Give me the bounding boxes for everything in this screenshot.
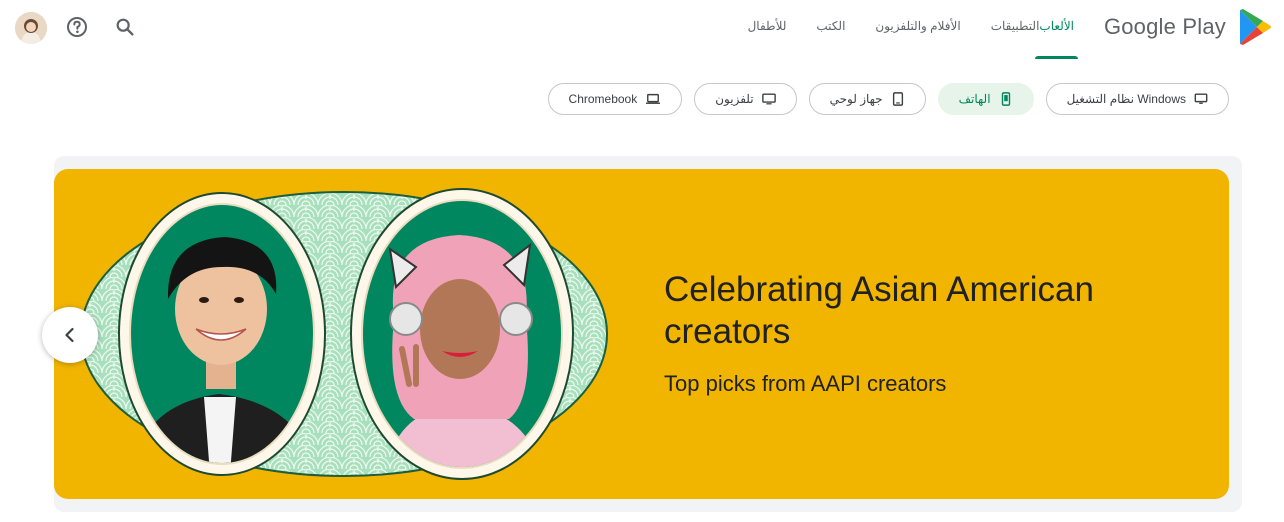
- help-icon[interactable]: [63, 13, 91, 41]
- chip-chromebook[interactable]: Chromebook: [547, 83, 683, 115]
- play-logo-icon: [1240, 9, 1271, 45]
- chip-tv[interactable]: تلفزيون: [694, 83, 797, 115]
- laptop-icon: [646, 93, 661, 104]
- chip-label: جهاز لوحي: [829, 92, 883, 106]
- chip-label: الهاتف: [958, 92, 991, 106]
- chevron-left-icon: [65, 327, 74, 343]
- main-nav: الألعاب التطبيقات الأفلام والتلفزيون الك…: [718, 0, 1078, 60]
- chip-label: نظام التشغيل Windows: [1066, 92, 1186, 106]
- top-app-bar: Google Play الألعاب التطبيقات الأفلام وا…: [0, 0, 1284, 60]
- nav-tab-movies-tv[interactable]: الأفلام والتلفزيون: [875, 0, 960, 60]
- chip-label: Chromebook: [568, 92, 638, 106]
- device-filter-chips: نظام التشغيل Windows الهاتف جهاز لوحي تل…: [547, 83, 1229, 115]
- chip-tablet[interactable]: جهاز لوحي: [808, 83, 926, 115]
- tv-icon: [761, 93, 776, 105]
- tablet-icon: [892, 92, 903, 106]
- featured-banner[interactable]: Celebrating Asian American creators Top …: [54, 169, 1229, 499]
- avatar[interactable]: [15, 12, 47, 44]
- search-icon[interactable]: [111, 13, 139, 41]
- nav-tab-games[interactable]: الألعاب: [1035, 0, 1078, 60]
- chip-label: تلفزيون: [715, 92, 754, 106]
- nav-tab-books[interactable]: الكتب: [816, 0, 845, 60]
- featured-carousel: Celebrating Asian American creators Top …: [54, 156, 1242, 512]
- creators-illustration: [80, 188, 608, 480]
- chip-phone[interactable]: الهاتف: [937, 83, 1034, 115]
- brand-name: Google Play: [1103, 14, 1226, 39]
- google-play-logo[interactable]: Google Play: [1104, 6, 1272, 48]
- nav-tab-kids[interactable]: للأطفال: [748, 0, 787, 60]
- banner-title: Celebrating Asian American creators: [664, 270, 1094, 351]
- nav-tab-apps[interactable]: التطبيقات: [991, 0, 1040, 60]
- carousel-prev-button[interactable]: [42, 307, 98, 363]
- desktop-icon: [1194, 93, 1208, 104]
- banner-subtitle: Top picks from AAPI creators: [664, 371, 947, 396]
- phone-icon: [1001, 92, 1010, 106]
- chip-windows[interactable]: نظام التشغيل Windows: [1045, 83, 1229, 115]
